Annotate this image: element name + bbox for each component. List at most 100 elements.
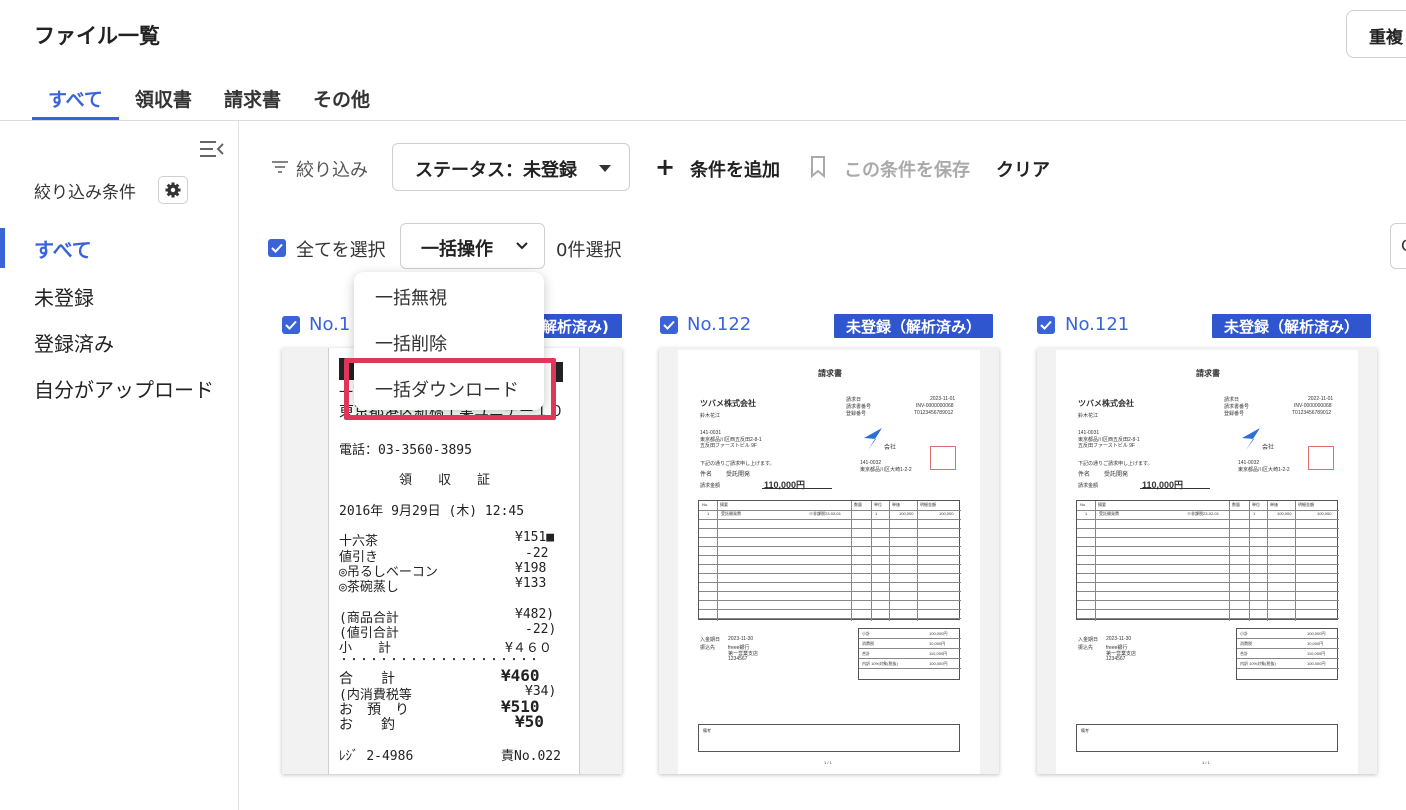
table-row-line	[699, 591, 961, 592]
tab-other[interactable]: その他	[297, 86, 386, 120]
invoice-text: 2023-11-01	[930, 396, 956, 402]
table-col-line	[917, 501, 918, 621]
receipt-line: 2016年 9月29日 (木) 12:45	[339, 504, 525, 519]
invoice-text: 2022-11-01	[1308, 396, 1334, 402]
summary-value: 100,000円	[1307, 661, 1326, 666]
summary-label: 内訳 10%対象(税抜)	[862, 661, 898, 666]
sidebar-item-my-uploads[interactable]: 自分がアップロード	[34, 374, 214, 403]
save-condition-button[interactable]: この条件を保存	[844, 156, 970, 182]
table-col-line	[871, 501, 872, 621]
remarks-label: 備考	[1081, 728, 1089, 733]
invoice-text: ツバメ株式会社	[1078, 399, 1134, 408]
card-number[interactable]: No.121	[1065, 314, 1129, 335]
table-header: 明細金額	[1298, 502, 1314, 507]
filter-settings-button[interactable]	[158, 176, 188, 204]
summary-row-line	[859, 658, 961, 659]
table-cell: 100,000	[939, 511, 954, 516]
summary-label: 合計	[1240, 651, 1248, 656]
receipt-amount: ¥460	[501, 666, 540, 685]
receipt-line: ﾚｼﾞ 2-4986	[339, 749, 414, 764]
plus-icon[interactable]: +	[655, 155, 675, 179]
card-number[interactable]: No.122	[687, 314, 751, 335]
table-header: 数量	[1232, 502, 1240, 507]
invoice-text: 請求日	[846, 397, 862, 403]
card-checkbox[interactable]	[660, 316, 678, 334]
status-select-value: ステータス：未登録	[415, 160, 577, 181]
add-condition-button[interactable]: 条件を追加	[690, 156, 780, 182]
bulk-action-button[interactable]: 一括操作	[400, 223, 545, 269]
invoice-text: 1 / 1	[824, 760, 832, 765]
summary-label: 内訳 10%対象(税抜)	[1240, 661, 1276, 666]
chevron-down-icon	[516, 242, 528, 250]
menu-item-bulk-delete[interactable]: 一括削除	[375, 330, 447, 356]
table-header: 単位	[874, 502, 882, 507]
status-select[interactable]: ステータス：未登録	[392, 143, 630, 191]
sidebar-divider	[238, 121, 239, 810]
menu-item-bulk-ignore[interactable]: 一括無視	[375, 284, 447, 310]
check-icon	[663, 320, 675, 330]
invoice-thumbnail[interactable]: 請求書 ツバメ株式会社 鈴木花江 請求日 請求書番号 登録番号 2023-11-01 INV-…	[659, 348, 999, 774]
table-header: 数量	[854, 502, 862, 507]
table-header: 単価	[892, 502, 900, 507]
receipt-amount: ¥133	[515, 576, 547, 591]
table-header: 摘要	[720, 502, 728, 507]
table-cell: 受託開発費	[1099, 511, 1119, 516]
company-logo-icon	[864, 428, 882, 450]
invoice-text: 五反田ファーストビル 9F	[1078, 443, 1135, 449]
caret-down-icon	[599, 165, 611, 172]
check-icon	[285, 320, 297, 330]
invoice-text: 東京都品川区大崎1-2-2	[860, 467, 912, 473]
select-all-label[interactable]: 全てを選択	[296, 236, 386, 262]
table-row-line	[699, 555, 961, 556]
summary-row-line	[859, 638, 961, 639]
sidebar-item-registered[interactable]: 登録済み	[34, 328, 114, 357]
table-cell: 受託開発費	[721, 511, 741, 516]
card-number[interactable]: No.1	[309, 314, 350, 335]
summary-value: 100,000円	[929, 661, 948, 666]
invoice-text: 入金期日	[700, 637, 721, 643]
collapse-sidebar-icon[interactable]	[199, 139, 225, 159]
duplicate-button[interactable]: 重複	[1346, 10, 1406, 58]
tab-receipts[interactable]: 領収書	[119, 86, 208, 120]
status-badge: 未登録（解析済み）	[1212, 314, 1372, 338]
table-col-line	[1095, 501, 1096, 621]
invoice-thumbnail[interactable]: 請求書 ツバメ株式会社 鈴木花江 請求日 請求書番号 登録番号 2022-11-01 INV-…	[1037, 348, 1377, 774]
summary-value: 110,000円	[929, 651, 948, 656]
tab-bar: すべて 領収書 請求書 その他	[32, 86, 386, 120]
table-row-line	[699, 582, 961, 583]
table-col-line	[889, 501, 890, 621]
right-action-button[interactable]: C	[1390, 223, 1406, 269]
invoice-image: 請求書 ツバメ株式会社 鈴木花江 請求日 請求書番号 登録番号 2023-11-01 INV-…	[678, 350, 980, 774]
filter-label[interactable]: 絞り込み	[296, 156, 368, 182]
invoice-text: ツバメ株式会社	[700, 399, 756, 408]
summary-label: 消費税	[862, 641, 874, 646]
tab-invoices[interactable]: 請求書	[208, 86, 297, 120]
receipt-amount: -22)	[525, 622, 557, 637]
clear-button[interactable]: クリア	[996, 156, 1050, 182]
summary-row-line	[1237, 658, 1339, 659]
table-cell: 100,000	[1277, 511, 1292, 516]
table-cell: 100,000	[899, 511, 914, 516]
table-row-line	[699, 573, 961, 574]
table-header: 単位	[1252, 502, 1260, 507]
amount-underline	[1140, 488, 1210, 489]
table-header: No.	[702, 502, 709, 507]
table-row-line	[1077, 528, 1339, 529]
sidebar-item-unregistered[interactable]: 未登録	[34, 282, 94, 311]
remarks-label: 備考	[703, 728, 711, 733]
table-col-line	[1249, 501, 1250, 621]
tab-all[interactable]: すべて	[32, 86, 119, 120]
invoice-text: 請求書番号	[1224, 404, 1250, 410]
card-checkbox[interactable]	[282, 316, 300, 334]
invoice-text: 会社	[884, 445, 897, 451]
table-row-line	[699, 600, 961, 601]
select-all-checkbox[interactable]	[268, 239, 286, 257]
invoice-text: 東京都品川区大崎1-2-2	[1238, 467, 1290, 473]
seal-stamp	[1308, 446, 1334, 470]
invoice-text: 鈴木花江	[700, 413, 721, 419]
table-header: 摘要	[1098, 502, 1106, 507]
invoice-text: 受託開発	[1104, 472, 1129, 478]
invoice-text: 振込先	[1078, 645, 1094, 651]
card-checkbox[interactable]	[1037, 316, 1055, 334]
sidebar-item-all[interactable]: すべて	[34, 234, 92, 263]
